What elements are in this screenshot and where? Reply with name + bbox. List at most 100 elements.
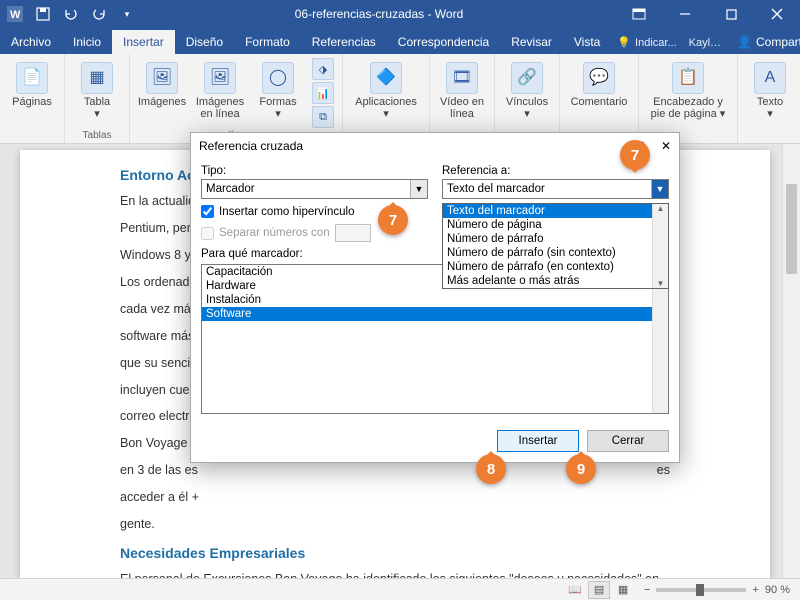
doc-line: Bon Voyage t [120, 430, 194, 457]
tipo-input[interactable] [202, 180, 410, 198]
comment-icon: 💬 [583, 62, 615, 94]
tab-formato[interactable]: Formato [234, 30, 301, 54]
referencia-a-combobox[interactable]: ▼ [442, 179, 669, 199]
online-pictures-button[interactable]: 🖼Imágenes en línea [196, 58, 244, 120]
redo-icon[interactable] [90, 5, 108, 23]
tab-referencias[interactable]: Referencias [301, 30, 387, 54]
web-layout-icon[interactable]: ▦ [612, 581, 634, 599]
link-icon: 🔗 [511, 62, 543, 94]
header-icon: 📋 [672, 62, 704, 94]
dropdown-option[interactable]: Número de párrafo [443, 232, 668, 246]
chevron-down-icon[interactable]: ▼ [410, 180, 427, 198]
print-layout-icon[interactable]: ▤ [588, 581, 610, 599]
list-item[interactable]: Instalación [202, 293, 668, 307]
doc-line: correo electro [120, 403, 196, 430]
textbox-icon: A [754, 62, 786, 94]
minimize-icon[interactable] [662, 0, 708, 28]
group-tables-label: Tablas [83, 128, 112, 141]
zoom-level[interactable]: 90 % [765, 584, 790, 596]
maximize-icon[interactable] [708, 0, 754, 28]
word-app-icon: W [6, 5, 24, 23]
tab-diseno[interactable]: Diseño [175, 30, 234, 54]
smartart-icon[interactable]: ⬗ [312, 58, 334, 80]
zoom-out-icon[interactable]: − [644, 584, 650, 596]
callout-8: 8 [476, 454, 506, 484]
online-video-button[interactable]: 🎞Vídeo en línea [438, 58, 486, 120]
dropdown-option[interactable]: Texto del marcador [443, 204, 668, 218]
lightbulb-icon: 💡 [617, 36, 631, 49]
shapes-icon: ◯ [262, 62, 294, 94]
tab-archivo[interactable]: Archivo [0, 30, 62, 54]
table-button[interactable]: ▦Tabla▾ [73, 58, 121, 120]
tipo-label: Tipo: [201, 165, 428, 177]
para-que-label: Para qué marcador: [201, 248, 428, 260]
share-button[interactable]: 👤Compartir [727, 30, 800, 54]
list-item[interactable]: Software [202, 307, 668, 321]
table-icon: ▦ [81, 62, 113, 94]
tab-correspondencia[interactable]: Correspondencia [387, 30, 500, 54]
dropdown-option[interactable]: Número de párrafo (en contexto) [443, 260, 668, 274]
dropdown-scrollbar[interactable]: ▲▼ [652, 204, 668, 288]
pages-button[interactable]: 📄Páginas [8, 58, 56, 108]
links-button[interactable]: 🔗Vínculos▾ [503, 58, 551, 120]
svg-text:W: W [10, 9, 21, 21]
close-button[interactable]: Cerrar [587, 430, 669, 452]
screenshot-icon[interactable]: ⧉ [312, 106, 334, 128]
doc-line: acceder a él + [120, 484, 670, 511]
dropdown-option[interactable]: Número de página [443, 218, 668, 232]
ribbon-display-options-icon[interactable] [616, 0, 662, 28]
hyperlink-check-input[interactable] [201, 205, 214, 218]
undo-icon[interactable] [62, 5, 80, 23]
heading-necesidades: Necesidades Empresariales [120, 542, 670, 564]
chevron-down-icon[interactable]: ▼ [651, 180, 668, 198]
doc-line: software más [120, 323, 194, 350]
tab-insertar[interactable]: Insertar [112, 30, 175, 54]
dialog-title: Referencia cruzada [199, 139, 303, 153]
tab-revisar[interactable]: Revisar [500, 30, 563, 54]
doc-line: Pentium, per [120, 215, 191, 242]
title-bar: W ▾ 06-referencias-cruzadas - Word [0, 0, 800, 28]
doc-line: incluyen cues [120, 377, 196, 404]
status-bar: 📖 ▤ ▦ − + 90 % [0, 578, 800, 600]
account-user[interactable]: Kayl… [683, 32, 727, 54]
doc-line: en 3 de las es [120, 457, 198, 484]
tab-inicio[interactable]: Inicio [62, 30, 112, 54]
referencia-a-input[interactable] [443, 180, 651, 198]
online-pictures-icon: 🖼 [204, 62, 236, 94]
apps-icon: 🔷 [370, 62, 402, 94]
text-button[interactable]: ATexto▾ [746, 58, 794, 120]
doc-line: cada vez más [120, 296, 197, 323]
callout-7b: 7 [378, 205, 408, 235]
qat-customize-icon[interactable]: ▾ [118, 5, 136, 23]
doc-line: gente. [120, 511, 670, 538]
read-mode-icon[interactable]: 📖 [564, 581, 586, 599]
shapes-button[interactable]: ◯Formas▾ [254, 58, 302, 120]
dropdown-option[interactable]: Más adelante o más atrás [443, 274, 668, 288]
scrollbar-thumb[interactable] [786, 184, 797, 274]
comment-button[interactable]: 💬Comentario [568, 58, 630, 108]
doc-line: Windows 8 y [120, 242, 191, 269]
separator-input [335, 224, 371, 242]
separate-check-label: Separar números con [219, 227, 330, 239]
chart-icon[interactable]: 📊 [312, 82, 334, 104]
doc-line: El personal de Excursiones Bon Voyage ha… [120, 566, 670, 578]
close-icon[interactable] [754, 0, 800, 28]
zoom-slider[interactable] [656, 588, 746, 592]
vertical-scrollbar[interactable] [782, 144, 800, 578]
insert-button[interactable]: Insertar [497, 430, 579, 452]
zoom-slider-thumb[interactable] [696, 584, 704, 596]
dropdown-option[interactable]: Número de párrafo (sin contexto) [443, 246, 668, 260]
doc-line: En la actualid [120, 188, 195, 215]
share-icon: 👤 [737, 35, 752, 49]
header-footer-button[interactable]: 📋Encabezado y pie de página ▾ [647, 58, 729, 120]
referencia-a-dropdown[interactable]: Texto del marcador Número de página Núme… [442, 203, 669, 289]
tab-vista[interactable]: Vista [563, 30, 611, 54]
pictures-icon: 🖼 [146, 62, 178, 94]
save-icon[interactable] [34, 5, 52, 23]
zoom-in-icon[interactable]: + [752, 584, 758, 596]
separate-check-input [201, 227, 214, 240]
apps-button[interactable]: 🔷Aplicaciones▾ [351, 58, 421, 120]
pictures-button[interactable]: 🖼Imágenes [138, 58, 186, 108]
dialog-close-icon[interactable]: ✕ [661, 139, 671, 153]
tell-me[interactable]: 💡Indicar... [611, 31, 682, 54]
